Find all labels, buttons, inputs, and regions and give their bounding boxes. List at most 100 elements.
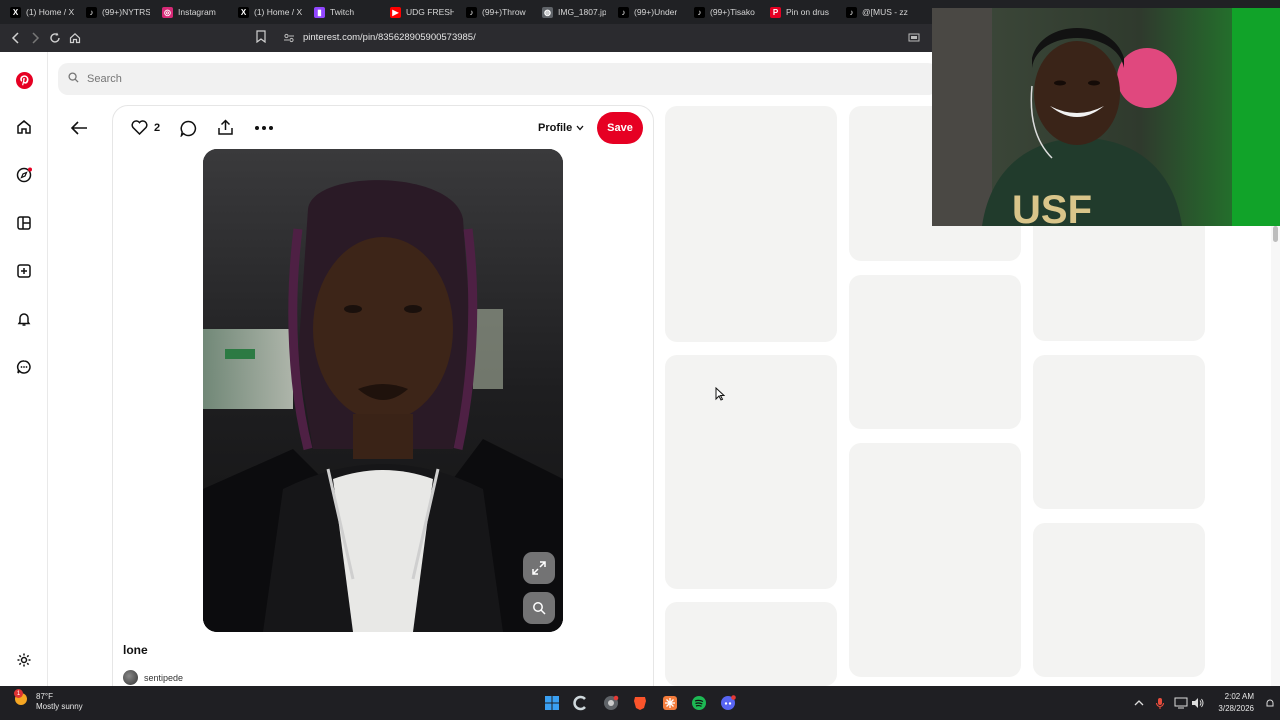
forward-arrow-icon[interactable] [25,28,45,48]
notification-center-icon[interactable] [1260,693,1280,713]
page-scrollbar-track[interactable] [1271,226,1280,686]
chevron-down-icon [576,125,584,131]
site-info-icon[interactable] [283,31,295,49]
home-icon[interactable] [65,28,85,48]
weather-sun-icon: 1 [12,689,30,713]
browser-tab[interactable]: ♪ @[MUS - zz [840,0,916,24]
browser-tab-label: (1) Home / X [254,7,302,17]
weather-widget[interactable]: 1 87°F Mostly sunny [12,689,83,713]
tiktok-icon: ♪ [618,6,629,18]
messages-icon[interactable] [14,357,34,377]
browser-tab-label: (99+)Tisako [710,7,755,17]
mouse-cursor-icon [715,386,726,406]
back-arrow-icon[interactable] [6,28,26,48]
browser-tab-label: (99+)NYTRS [102,7,150,17]
browser-tab[interactable]: ◍ IMG_1807.jp [536,0,612,24]
comment-icon[interactable] [180,120,197,137]
app-icon[interactable] [660,693,680,713]
pin-title: lone [123,643,148,657]
browser-tab[interactable]: ▶ UDG FRESH [384,0,460,24]
cast-icon[interactable] [908,30,920,48]
browser-tab[interactable]: ♪ (99+)Throw [460,0,536,24]
pinterest-icon: P [770,6,781,18]
browser-tab[interactable]: ♪ (99+)NYTRS [80,0,156,24]
twitch-icon: ▮ [314,6,325,18]
browser-tab[interactable]: X (1) Home / X [232,0,308,24]
microphone-icon[interactable] [1150,693,1170,713]
like-button[interactable]: 2 [131,120,160,135]
pinterest-logo-icon[interactable] [14,70,34,90]
pin-author[interactable]: sentipede [123,670,183,685]
share-icon[interactable] [217,119,234,136]
home-icon[interactable] [14,117,34,137]
search-icon [68,70,79,88]
pin-placeholder [849,275,1021,429]
weather-badge: 1 [14,689,23,698]
browser-tab-label: IMG_1807.jp [558,7,606,17]
browser-tab[interactable]: X (1) Home / X [4,0,80,24]
weather-temp: 87°F [36,691,53,701]
browser-tab[interactable]: ♪ (99+)Under [612,0,688,24]
brave-browser-icon[interactable] [630,693,650,713]
tiktok-icon: ♪ [86,6,97,18]
avatar[interactable] [123,670,138,685]
pin-placeholder [849,443,1021,677]
create-plus-icon[interactable] [14,261,34,281]
ccleaner-icon[interactable] [571,693,591,713]
chevron-up-icon[interactable] [1129,693,1149,713]
browser-tab-label: Instagram [178,7,216,17]
chrome-icon[interactable] [601,693,621,713]
pin-closeup-card: 2 Profile Save lone sentipede [70,105,654,705]
spotify-icon[interactable] [689,693,709,713]
browser-tab-label: (99+)Under [634,7,678,17]
notifications-bell-icon[interactable] [14,309,34,329]
browser-tab[interactable]: ◎ Instagram [156,0,232,24]
search-input[interactable]: Search [87,73,122,85]
clock-time: 2:02 AM [1224,692,1254,701]
browser-tab[interactable]: ▮ Twitch [308,0,384,24]
like-count: 2 [154,121,161,134]
pin-video-frame[interactable] [203,149,563,632]
youtube-icon: ▶ [390,6,401,18]
pin-placeholder [665,106,837,342]
svg-text:USF: USF [1012,188,1092,226]
browser-tab[interactable]: ♪ (99+)Tisako [688,0,764,24]
boards-icon[interactable] [14,213,34,233]
browser-tab-label: (1) Home / X [26,7,74,17]
windows-start-icon[interactable] [542,693,562,713]
discord-icon[interactable] [718,693,738,713]
profile-dropdown-label: Profile [538,122,573,134]
globe-icon: ◍ [542,6,553,18]
pin-placeholder [1033,523,1205,677]
browser-tab-label: Pin on drus [786,7,829,17]
save-button[interactable]: Save [597,112,643,144]
explore-compass-icon[interactable] [14,165,34,185]
instagram-icon: ◎ [162,6,173,18]
page-scrollbar-thumb[interactable] [1273,226,1278,242]
heart-icon [131,120,148,135]
back-arrow-icon[interactable] [70,120,88,136]
browser-tab-label: (99+)Throw [482,7,526,17]
pin-placeholder [665,355,837,589]
author-name[interactable]: sentipede [144,673,183,683]
more-options-icon[interactable] [255,126,273,130]
pinterest-sidebar [0,52,48,686]
url-field[interactable]: pinterest.com/pin/835628905900573985/ [303,32,476,43]
search-bar[interactable]: Search [58,63,938,95]
browser-tab-label: Twitch [330,7,355,17]
volume-icon[interactable] [1188,693,1208,713]
bookmark-icon[interactable] [256,30,266,48]
visual-search-icon[interactable] [523,592,555,624]
browser-tab[interactable]: P Pin on drus [764,0,840,24]
weather-desc: Mostly sunny [36,701,83,711]
tiktok-icon: ♪ [846,6,857,18]
expand-icon[interactable] [523,552,555,584]
webcam-overlay: USF [932,8,1280,226]
reload-icon[interactable] [45,28,65,48]
browser-tab-label: UDG FRESH [406,7,454,17]
clock-date: 3/28/2026 [1218,704,1254,713]
pin-placeholder [1033,355,1205,509]
settings-gear-icon[interactable] [14,650,34,670]
system-clock[interactable]: 2:02 AM 3/28/2026 [1212,691,1254,715]
profile-board-dropdown[interactable]: Profile [538,122,584,134]
